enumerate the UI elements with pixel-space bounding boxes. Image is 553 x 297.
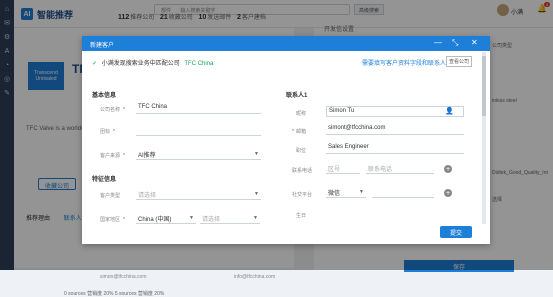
add-phone-button[interactable]: + bbox=[444, 165, 452, 173]
add-social-button[interactable]: + bbox=[444, 189, 452, 197]
chevron-down-icon: ▼ bbox=[253, 215, 258, 221]
company-name-label: 公司名称 * bbox=[100, 107, 125, 113]
source-select[interactable]: AI推荐 ▼ bbox=[136, 149, 261, 160]
area-code-field[interactable]: 区号 bbox=[326, 163, 360, 174]
notice-text: 小满发现搜索业务中匹配公司 bbox=[101, 61, 180, 67]
notice-company[interactable]: TFC China bbox=[184, 61, 213, 67]
customer-type-select[interactable]: 请选择 ▼ bbox=[136, 189, 261, 200]
customer-type-label: 客户类型 bbox=[100, 193, 121, 199]
country-label: 国家地区 * bbox=[100, 217, 125, 223]
position-label: 职位 bbox=[296, 148, 307, 154]
metrics-row: 0 sources 营销度 20% 5 sources 营销度 20% bbox=[64, 291, 165, 297]
match-notice: ✓ 小满发现搜索业务中匹配公司 TFC China bbox=[92, 58, 213, 67]
email-label: * 邮箱 bbox=[292, 129, 306, 135]
check-icon: ✓ bbox=[92, 61, 98, 67]
contact-email: simon@tfcchina.com bbox=[100, 274, 147, 280]
source-label: 客户来源 * bbox=[100, 153, 125, 159]
view-company-button[interactable]: 查看公司 bbox=[446, 56, 473, 67]
modal-scrollbar-thumb[interactable] bbox=[482, 56, 486, 116]
social-label: 社交平台 bbox=[292, 192, 313, 198]
chevron-down-icon: ▼ bbox=[359, 189, 364, 195]
social-account-field[interactable] bbox=[372, 187, 434, 198]
nickname-label: 昵称 bbox=[296, 111, 307, 117]
contact-title: 联系人1 bbox=[286, 93, 308, 99]
country-select[interactable]: China (中国) ▼ bbox=[136, 213, 196, 224]
source-value: AI推荐 bbox=[138, 153, 156, 159]
tag-field[interactable] bbox=[136, 125, 261, 136]
chevron-down-icon: ▼ bbox=[189, 215, 194, 221]
phone-field[interactable]: 联系电话 bbox=[366, 163, 434, 174]
fill-profile-link[interactable]: 需要填写客户资料字段和联系人 bbox=[362, 58, 446, 67]
birthday-label: 生日 bbox=[296, 213, 307, 219]
chevron-down-icon: ▼ bbox=[254, 191, 259, 197]
social-platform-value: 微信 bbox=[328, 191, 341, 197]
nickname-field[interactable]: Simon Tu bbox=[326, 106, 464, 117]
region-select[interactable]: 请选择 ▼ bbox=[200, 213, 260, 224]
person-icon[interactable]: 👤 bbox=[445, 107, 454, 115]
customer-type-value: 请选择 bbox=[138, 193, 157, 199]
chevron-down-icon: ▼ bbox=[254, 151, 259, 157]
new-customer-modal: 新建客户 — ⤡ ✕ ✓ 小满发现搜索业务中匹配公司 TFC China 需要填… bbox=[82, 36, 490, 244]
social-platform-select[interactable]: 微信 ▼ bbox=[326, 187, 366, 198]
collapse-icon[interactable]: ⤡ bbox=[452, 38, 458, 48]
contact-email: info@tfcchina.com bbox=[234, 274, 276, 280]
modal-title: 新建客户 bbox=[90, 43, 115, 49]
email-field[interactable]: simont@tfcchina.com bbox=[326, 124, 464, 135]
close-icon[interactable]: ✕ bbox=[471, 38, 478, 47]
country-value: China (中国) bbox=[138, 217, 172, 223]
basic-info-title: 基本信息 bbox=[92, 93, 117, 99]
minimize-icon[interactable]: — bbox=[434, 38, 442, 47]
modal-header: 新建客户 — ⤡ ✕ bbox=[82, 36, 490, 51]
tag-label: 团标 * bbox=[100, 129, 115, 135]
company-name-field[interactable]: TFC China bbox=[136, 103, 261, 114]
special-info-title: 特征信息 bbox=[92, 177, 117, 183]
phone-label: 联系电话 bbox=[292, 168, 313, 174]
submit-button[interactable]: 提交 bbox=[440, 226, 472, 238]
region-value: 请选择 bbox=[202, 217, 221, 223]
position-field[interactable]: Sales Engineer bbox=[326, 143, 464, 154]
